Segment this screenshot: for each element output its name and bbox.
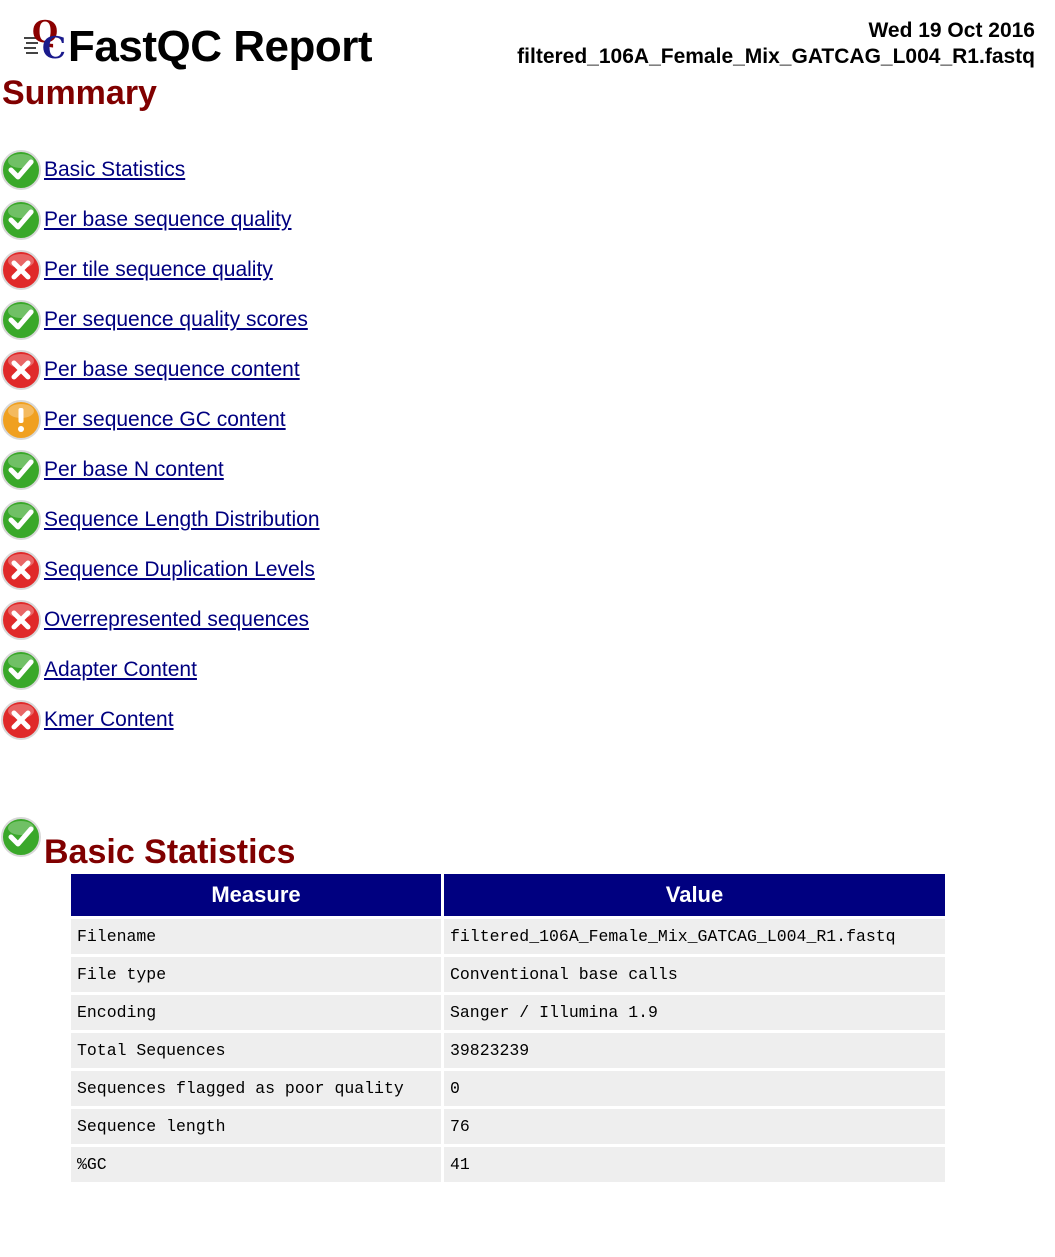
table-cell-value: 76 bbox=[444, 1109, 945, 1144]
summary-link[interactable]: Per sequence quality scores bbox=[44, 308, 308, 332]
report-title: FastQC Report bbox=[68, 22, 372, 71]
report-meta: Wed 19 Oct 2016 filtered_106A_Female_Mix… bbox=[517, 18, 1035, 70]
summary-link[interactable]: Per sequence GC content bbox=[44, 408, 286, 432]
table-cell-measure: Total Sequences bbox=[71, 1033, 441, 1068]
summary-link[interactable]: Kmer Content bbox=[44, 708, 174, 732]
table-cell-value: 0 bbox=[444, 1071, 945, 1106]
summary-link[interactable]: Basic Statistics bbox=[44, 158, 185, 182]
table-cell-measure: Sequences flagged as poor quality bbox=[71, 1071, 441, 1106]
summary-item: Per base sequence content bbox=[0, 345, 320, 395]
table-cell-measure: Sequence length bbox=[71, 1109, 441, 1144]
cross-icon bbox=[0, 599, 42, 641]
table-row: Filename filtered_106A_Female_Mix_GATCAG_… bbox=[71, 919, 945, 954]
check-icon bbox=[0, 816, 42, 858]
check-icon bbox=[0, 649, 42, 691]
table-row: %GC 41 bbox=[71, 1147, 945, 1182]
check-icon bbox=[0, 449, 42, 491]
summary-item: Adapter Content bbox=[0, 645, 320, 695]
cross-icon bbox=[0, 349, 42, 391]
report-filename: filtered_106A_Female_Mix_GATCAG_L004_R1.… bbox=[517, 45, 1035, 68]
summary-list: Basic Statistics Per base sequence qualit… bbox=[0, 145, 320, 745]
summary-link[interactable]: Per base N content bbox=[44, 458, 224, 482]
table-cell-value: Conventional base calls bbox=[444, 957, 945, 992]
check-icon bbox=[0, 149, 42, 191]
check-icon bbox=[0, 499, 42, 541]
summary-item: Sequence Duplication Levels bbox=[0, 545, 320, 595]
summary-link[interactable]: Sequence Duplication Levels bbox=[44, 558, 315, 582]
cross-icon bbox=[0, 699, 42, 741]
table-cell-value: 41 bbox=[444, 1147, 945, 1182]
summary-item: Per base sequence quality bbox=[0, 195, 320, 245]
summary-item: Per tile sequence quality bbox=[0, 245, 320, 295]
fastqc-logo-icon: Q C bbox=[24, 14, 68, 66]
check-icon bbox=[0, 299, 42, 341]
table-row: Total Sequences 39823239 bbox=[71, 1033, 945, 1068]
summary-link[interactable]: Per tile sequence quality bbox=[44, 258, 273, 282]
report-date: Wed 19 Oct 2016 bbox=[868, 19, 1035, 42]
cross-icon bbox=[0, 549, 42, 591]
basic-statistics-title: Basic Statistics bbox=[44, 833, 296, 871]
summary-item: Basic Statistics bbox=[0, 145, 320, 195]
table-row: Encoding Sanger / Illumina 1.9 bbox=[71, 995, 945, 1030]
summary-link[interactable]: Sequence Length Distribution bbox=[44, 508, 320, 532]
table-row: Sequences flagged as poor quality 0 bbox=[71, 1071, 945, 1106]
column-header-value: Value bbox=[444, 874, 945, 916]
cross-icon bbox=[0, 249, 42, 291]
table-cell-value: Sanger / Illumina 1.9 bbox=[444, 995, 945, 1030]
column-header-measure: Measure bbox=[71, 874, 441, 916]
table-cell-value: filtered_106A_Female_Mix_GATCAG_L004_R1.… bbox=[444, 919, 945, 954]
table-cell-measure: File type bbox=[71, 957, 441, 992]
summary-item: Per sequence quality scores bbox=[0, 295, 320, 345]
summary-link[interactable]: Per base sequence quality bbox=[44, 208, 292, 232]
summary-item: Per base N content bbox=[0, 445, 320, 495]
summary-link[interactable]: Per base sequence content bbox=[44, 358, 300, 382]
table-cell-measure: Filename bbox=[71, 919, 441, 954]
summary-link[interactable]: Overrepresented sequences bbox=[44, 608, 309, 632]
table-row: Sequence length 76 bbox=[71, 1109, 945, 1144]
svg-text:C: C bbox=[42, 31, 66, 64]
basic-statistics-table: Measure Value Filename filtered_106A_Fema… bbox=[68, 871, 948, 1185]
summary-item: Overrepresented sequences bbox=[0, 595, 320, 645]
basic-statistics-header: Basic Statistics bbox=[0, 816, 295, 872]
summary-item: Kmer Content bbox=[0, 695, 320, 745]
summary-heading: Summary bbox=[2, 74, 157, 112]
table-cell-measure: %GC bbox=[71, 1147, 441, 1182]
report-header: Q C FastQC Report Wed 19 Oct 2016 filter… bbox=[0, 0, 1055, 120]
table-cell-value: 39823239 bbox=[444, 1033, 945, 1068]
exclamation-icon bbox=[0, 399, 42, 441]
summary-link[interactable]: Adapter Content bbox=[44, 658, 197, 682]
table-header-row: Measure Value bbox=[71, 874, 945, 916]
check-icon bbox=[0, 199, 42, 241]
table-row: File type Conventional base calls bbox=[71, 957, 945, 992]
summary-item: Sequence Length Distribution bbox=[0, 495, 320, 545]
table-cell-measure: Encoding bbox=[71, 995, 441, 1030]
summary-item: Per sequence GC content bbox=[0, 395, 320, 445]
